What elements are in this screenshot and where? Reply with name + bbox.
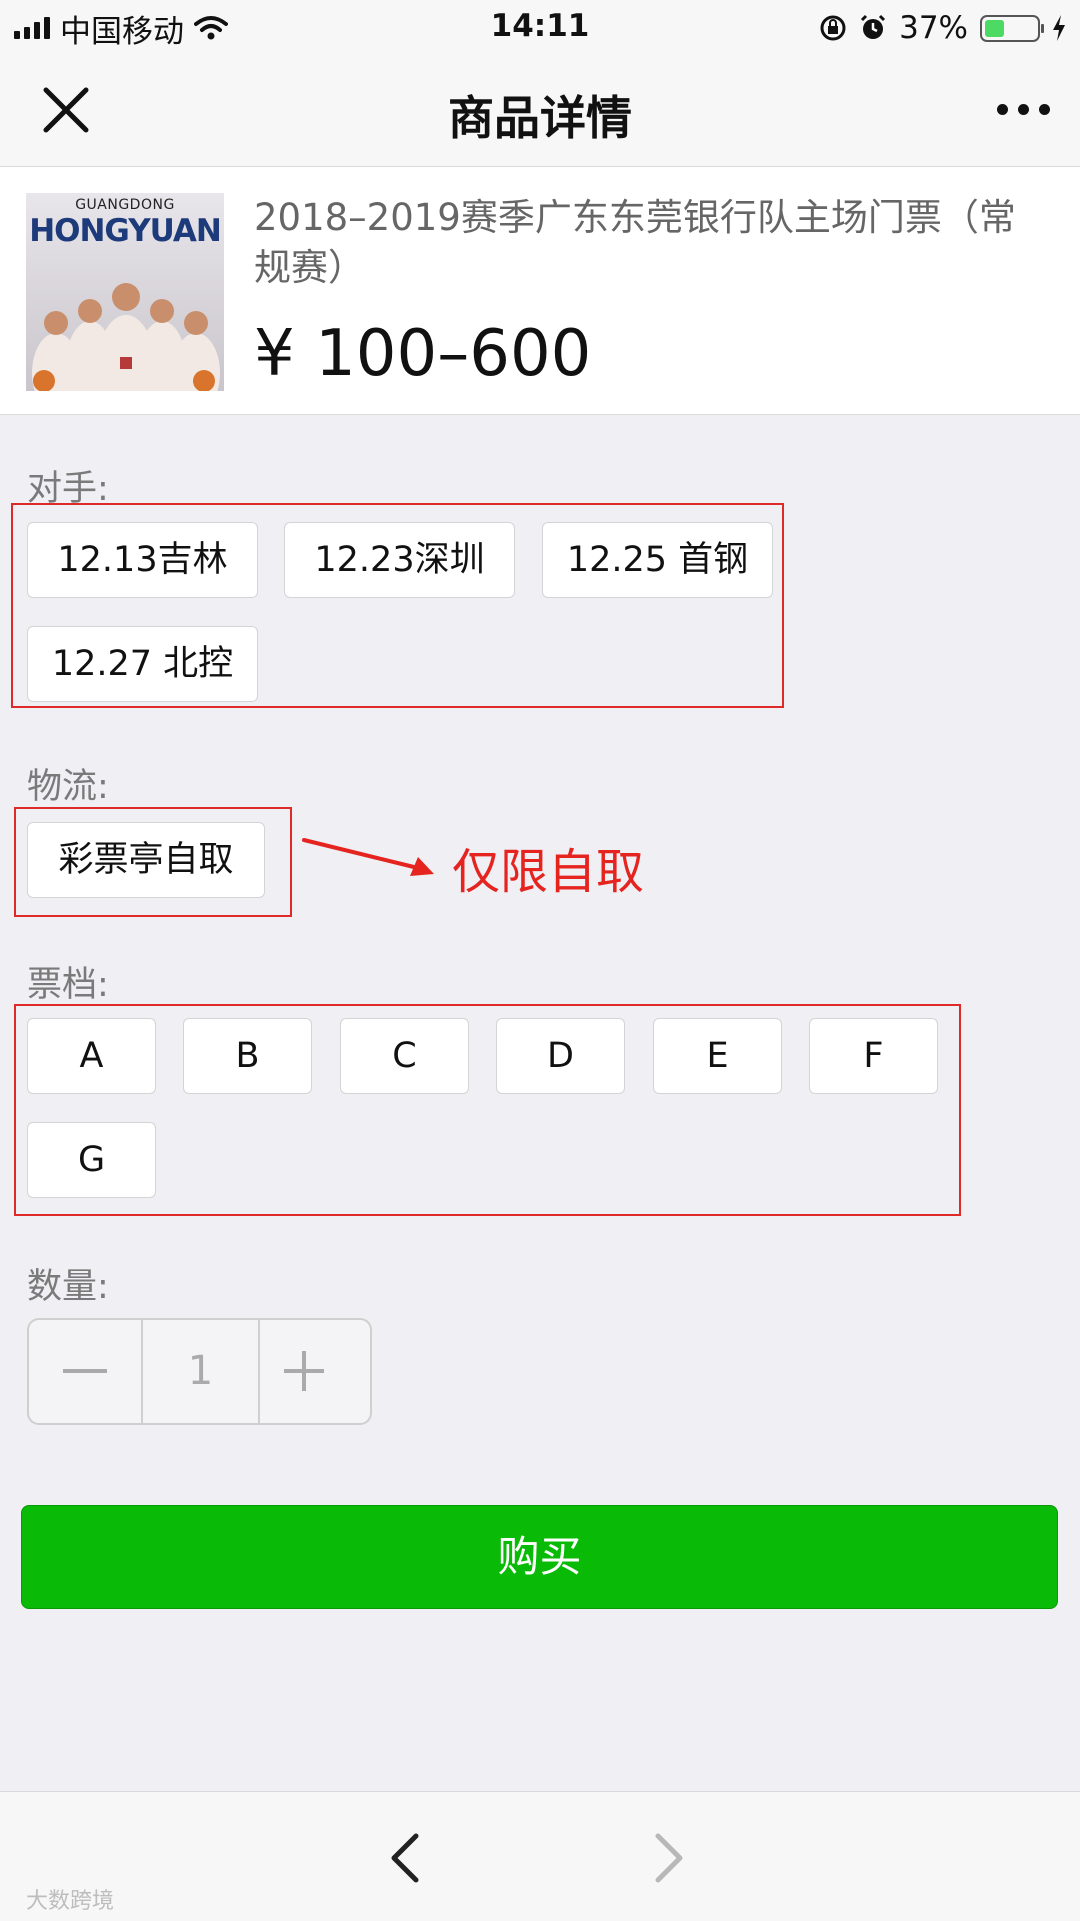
- alarm-icon: [861, 14, 886, 39]
- plus-icon[interactable]: [260, 1320, 372, 1423]
- product-image-brand: HONGYUAN: [29, 213, 222, 249]
- annotation-text: 仅限自取: [452, 844, 645, 900]
- charging-icon: [1053, 15, 1065, 41]
- battery-level: [985, 19, 1004, 37]
- quantity-stepper: 1: [27, 1318, 372, 1425]
- highlight-box-logistics: [14, 807, 292, 917]
- buy-button[interactable]: 购买: [21, 1505, 1058, 1609]
- team-photo-graphic: [32, 283, 220, 391]
- watermark: 大数跨境: [26, 1889, 115, 1914]
- battery-percent: 37%: [899, 10, 968, 46]
- status-bar: 中国移动 14:11 37%: [0, 0, 1080, 56]
- highlight-box-ticket-tier: [14, 1004, 961, 1216]
- battery-icon: [980, 14, 1044, 42]
- page-title: 商品详情: [448, 91, 632, 145]
- highlight-box-opponent: [11, 503, 784, 708]
- quantity-value[interactable]: 1: [141, 1320, 260, 1423]
- nav-bar: 商品详情: [0, 56, 1080, 167]
- product-title: 2018–2019赛季广东东莞银行队主场门票（常规赛）: [254, 196, 1016, 289]
- more-icon[interactable]: [997, 104, 1050, 115]
- bottom-toolbar: [0, 1791, 1080, 1921]
- product-card: GUANGDONG HONGYUAN 2018–2019赛季广东东莞银行队主场门…: [0, 167, 1080, 415]
- rotation-lock-icon: [820, 15, 846, 41]
- chevron-right-icon[interactable]: [648, 1832, 688, 1884]
- quantity-label: 数量:: [27, 1267, 109, 1307]
- product-price: ¥ 100–600: [254, 317, 592, 391]
- annotation-arrow-icon: [302, 838, 434, 876]
- chevron-left-icon[interactable]: [386, 1832, 426, 1884]
- ticket-tier-label: 票档:: [27, 965, 109, 1005]
- logistics-label: 物流:: [27, 767, 109, 807]
- product-image[interactable]: GUANGDONG HONGYUAN: [26, 193, 224, 391]
- product-image-caption: GUANGDONG: [75, 197, 175, 213]
- minus-icon[interactable]: [29, 1320, 141, 1423]
